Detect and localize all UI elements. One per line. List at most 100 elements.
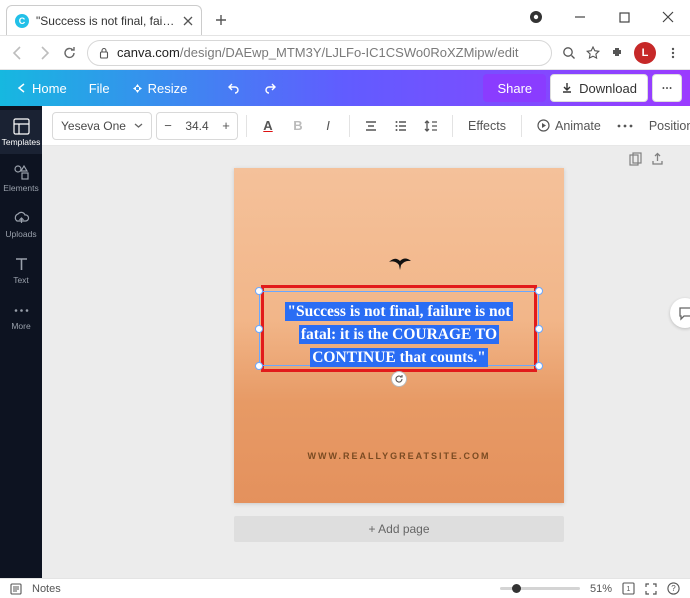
rail-uploads-label: Uploads: [5, 229, 36, 239]
browser-address-bar: canva.com/design/DAEwp_MTM3Y/LJLFo-IC1CS…: [0, 36, 690, 70]
share-page-icon[interactable]: [651, 152, 664, 166]
download-label: Download: [579, 81, 637, 96]
quote-text-element[interactable]: "Success is not final, failure is not fa…: [265, 300, 533, 369]
notes-button[interactable]: Notes: [32, 583, 61, 595]
share-label: Share: [497, 81, 532, 96]
rail-more[interactable]: More: [0, 294, 42, 338]
quote-line: "Success is not final, failure is not: [285, 302, 512, 321]
font-size-value[interactable]: 34.4: [179, 119, 215, 133]
file-label: File: [89, 81, 110, 96]
font-size-stepper[interactable]: − 34.4 +: [156, 112, 238, 140]
browser-titlebar: C "Success is not final, failure is not: [0, 0, 690, 36]
notes-icon[interactable]: [10, 583, 22, 595]
search-icon[interactable]: [562, 46, 576, 60]
bookmark-star-icon[interactable]: [586, 46, 600, 60]
resize-handle[interactable]: [535, 362, 543, 370]
download-button[interactable]: Download: [550, 74, 648, 102]
animate-label: Animate: [555, 119, 601, 133]
add-page-button[interactable]: + Add page: [234, 516, 564, 542]
resize-handle[interactable]: [255, 287, 263, 295]
site-url-text[interactable]: WWW.REALLYGREATSITE.COM: [234, 451, 564, 461]
account-icon[interactable]: [514, 0, 558, 35]
svg-text:1: 1: [627, 586, 631, 593]
left-rail: Templates Elements Uploads Text More: [0, 106, 42, 578]
file-menu[interactable]: File: [80, 74, 119, 102]
nav-back-icon[interactable]: [10, 45, 26, 61]
spacing-button[interactable]: [418, 113, 444, 139]
position-button[interactable]: Position: [642, 113, 690, 139]
text-color-button[interactable]: A: [255, 113, 281, 139]
app-top-bar: Home File Resize Share Download: [0, 70, 690, 106]
page-count-icon[interactable]: 1: [622, 582, 635, 595]
new-tab-button[interactable]: [208, 7, 234, 33]
tab-title: "Success is not final, failure is not: [36, 14, 176, 28]
design-page[interactable]: "Success is not final, failure is not fa…: [234, 168, 564, 503]
zoom-slider[interactable]: [500, 587, 580, 590]
app-more-button[interactable]: [652, 74, 682, 102]
selection-box[interactable]: "Success is not final, failure is not fa…: [259, 291, 539, 366]
toolbar-more-button[interactable]: [612, 113, 638, 139]
resize-handle[interactable]: [535, 325, 543, 333]
fullscreen-icon[interactable]: [645, 583, 657, 595]
window-maximize-icon[interactable]: [602, 0, 646, 35]
resize-handle[interactable]: [255, 325, 263, 333]
share-button[interactable]: Share: [483, 74, 546, 102]
separator: [452, 115, 453, 137]
rail-more-label: More: [11, 321, 30, 331]
tab-close-icon[interactable]: [183, 16, 193, 26]
canva-favicon: C: [15, 14, 29, 28]
zoom-thumb[interactable]: [512, 584, 521, 593]
profile-avatar[interactable]: L: [634, 42, 656, 64]
undo-button[interactable]: [218, 74, 250, 102]
url-path: /design/DAEwp_MTM3Y/LJLFo-IC1CSWo0RoXZMi…: [180, 45, 519, 60]
resize-label: Resize: [148, 81, 188, 96]
position-label: Position: [649, 119, 690, 133]
animate-button[interactable]: Animate: [530, 113, 608, 139]
browser-menu-icon[interactable]: [666, 46, 680, 60]
effects-button[interactable]: Effects: [461, 113, 513, 139]
list-button[interactable]: [388, 113, 414, 139]
url-input[interactable]: canva.com/design/DAEwp_MTM3Y/LJLFo-IC1CS…: [87, 40, 552, 66]
duplicate-page-icon[interactable]: [629, 152, 643, 166]
text-toolbar: Yeseva One − 34.4 + A B I Effects Animat…: [42, 106, 690, 146]
comment-button[interactable]: [670, 298, 690, 328]
rail-uploads[interactable]: Uploads: [0, 202, 42, 246]
italic-button[interactable]: I: [315, 113, 341, 139]
zoom-value[interactable]: 51%: [590, 583, 612, 595]
rail-elements[interactable]: Elements: [0, 156, 42, 200]
font-size-decrease[interactable]: −: [157, 118, 179, 133]
extensions-icon[interactable]: [610, 46, 624, 60]
chevron-down-icon: [134, 121, 143, 130]
home-label: Home: [32, 81, 67, 96]
resize-handle[interactable]: [255, 362, 263, 370]
font-name-label: Yeseva One: [61, 119, 126, 133]
bold-button[interactable]: B: [285, 113, 311, 139]
url-domain: canva.com: [117, 45, 180, 60]
resize-button[interactable]: Resize: [123, 74, 197, 102]
window-controls: [514, 0, 690, 35]
nav-reload-icon[interactable]: [62, 45, 77, 60]
window-minimize-icon[interactable]: [558, 0, 602, 35]
svg-text:?: ?: [671, 584, 676, 593]
effects-label: Effects: [468, 119, 506, 133]
rotate-handle[interactable]: [391, 371, 407, 387]
align-button[interactable]: [358, 113, 384, 139]
page-action-icons: [629, 152, 664, 166]
rail-templates[interactable]: Templates: [0, 110, 42, 154]
nav-forward-icon[interactable]: [36, 45, 52, 61]
font-size-increase[interactable]: +: [215, 118, 237, 133]
rail-elements-label: Elements: [3, 183, 38, 193]
resize-handle[interactable]: [535, 287, 543, 295]
font-family-select[interactable]: Yeseva One: [52, 112, 152, 140]
help-icon[interactable]: ?: [667, 582, 680, 595]
rail-text[interactable]: Text: [0, 248, 42, 292]
canvas-area[interactable]: "Success is not final, failure is not fa…: [42, 146, 690, 578]
redo-button[interactable]: [254, 74, 286, 102]
home-button[interactable]: Home: [8, 74, 76, 102]
browser-tab[interactable]: C "Success is not final, failure is not: [6, 5, 202, 35]
window-close-icon[interactable]: [646, 0, 690, 35]
bottom-bar: Notes 51% 1 ?: [0, 578, 690, 598]
bird-silhouette-icon: [389, 256, 411, 270]
add-page-label: + Add page: [368, 522, 429, 536]
quote-line: fatal: it is the COURAGE TO: [299, 325, 499, 344]
